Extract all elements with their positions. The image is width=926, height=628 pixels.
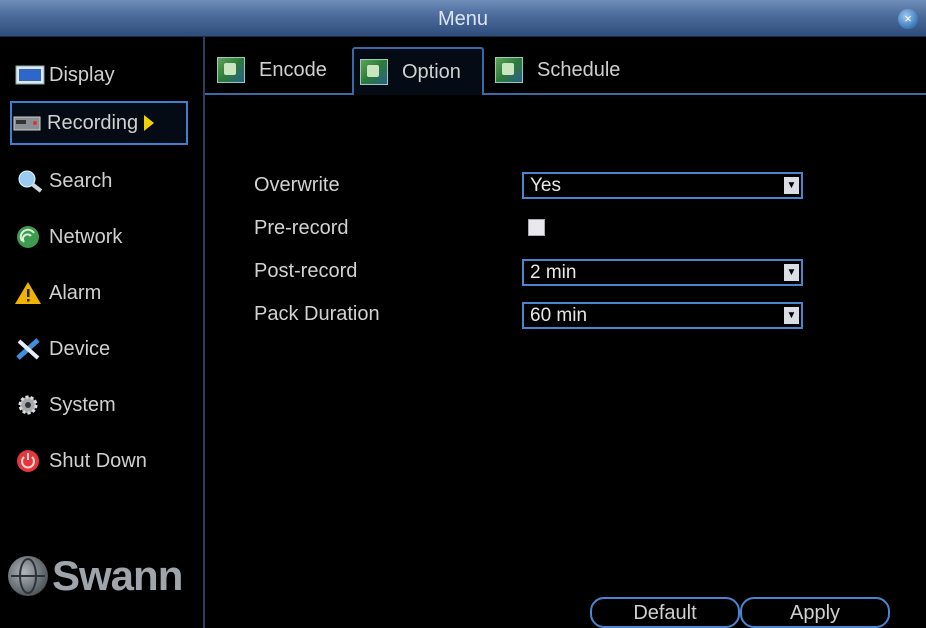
apply-button[interactable]: Apply bbox=[740, 597, 890, 628]
sidebar-item-alarm[interactable]: Alarm bbox=[14, 271, 190, 315]
sidebar-item-recording[interactable]: Recording bbox=[10, 101, 188, 145]
sidebar-item-label: System bbox=[49, 393, 116, 416]
sidebar: Display Recording Search Network Alarm D… bbox=[0, 37, 205, 628]
postrecord-select[interactable]: 2 min ▼ bbox=[522, 259, 803, 286]
select-value: 2 min bbox=[530, 262, 577, 283]
overwrite-select[interactable]: Yes ▼ bbox=[522, 172, 803, 199]
tab-label: Option bbox=[402, 60, 461, 83]
search-icon bbox=[14, 169, 46, 193]
prerecord-checkbox[interactable] bbox=[528, 219, 545, 236]
postrecord-label: Post-record bbox=[254, 260, 358, 282]
image-icon bbox=[217, 57, 245, 83]
close-icon[interactable]: × bbox=[898, 9, 918, 29]
sidebar-item-label: Device bbox=[49, 337, 111, 360]
monitor-icon bbox=[14, 63, 46, 87]
tab-option[interactable]: Option bbox=[352, 47, 484, 95]
tab-schedule[interactable]: Schedule bbox=[489, 47, 649, 93]
sidebar-item-shutdown[interactable]: Shut Down bbox=[14, 439, 190, 483]
select-value: 60 min bbox=[530, 305, 588, 326]
sidebar-item-device[interactable]: Device bbox=[14, 327, 190, 371]
sidebar-item-label: Search bbox=[49, 169, 113, 192]
tab-encode[interactable]: Encode bbox=[211, 47, 353, 93]
chevron-down-icon[interactable]: ▼ bbox=[784, 307, 799, 324]
tab-bar: Encode Option Schedule bbox=[205, 37, 926, 95]
prerecord-label: Pre-record bbox=[254, 217, 349, 239]
default-button[interactable]: Default bbox=[590, 597, 740, 628]
logo-text: Swann bbox=[52, 552, 183, 599]
globe-icon bbox=[8, 556, 48, 596]
sidebar-item-system[interactable]: System bbox=[14, 383, 190, 427]
tab-label: Encode bbox=[259, 58, 327, 81]
sidebar-item-label: Network bbox=[49, 225, 123, 248]
brand-logo: Swann bbox=[8, 552, 183, 600]
sidebar-item-label: Alarm bbox=[49, 281, 102, 304]
tab-label: Schedule bbox=[537, 58, 621, 81]
window-title: Menu bbox=[437, 8, 489, 30]
sidebar-item-label: Recording bbox=[47, 111, 139, 134]
network-icon bbox=[14, 225, 46, 249]
sidebar-item-label: Display bbox=[49, 63, 115, 86]
arrow-right-icon bbox=[144, 115, 155, 131]
gear-icon bbox=[14, 393, 46, 417]
pack-duration-label: Pack Duration bbox=[254, 303, 380, 325]
image-icon bbox=[360, 59, 388, 85]
alarm-icon bbox=[14, 281, 46, 305]
sidebar-item-network[interactable]: Network bbox=[14, 215, 190, 259]
sidebar-item-display[interactable]: Display bbox=[14, 53, 190, 97]
chevron-down-icon[interactable]: ▼ bbox=[784, 177, 799, 194]
title-bar: Menu × bbox=[0, 0, 926, 37]
tools-icon bbox=[14, 337, 46, 361]
overwrite-label: Overwrite bbox=[254, 174, 340, 196]
power-icon bbox=[14, 449, 46, 473]
pack-duration-select[interactable]: 60 min ▼ bbox=[522, 302, 803, 329]
sidebar-item-search[interactable]: Search bbox=[14, 159, 190, 203]
chevron-down-icon[interactable]: ▼ bbox=[784, 264, 799, 281]
sidebar-item-label: Shut Down bbox=[49, 449, 147, 472]
image-icon bbox=[495, 57, 523, 83]
recorder-icon bbox=[12, 111, 44, 135]
select-value: Yes bbox=[530, 175, 561, 196]
